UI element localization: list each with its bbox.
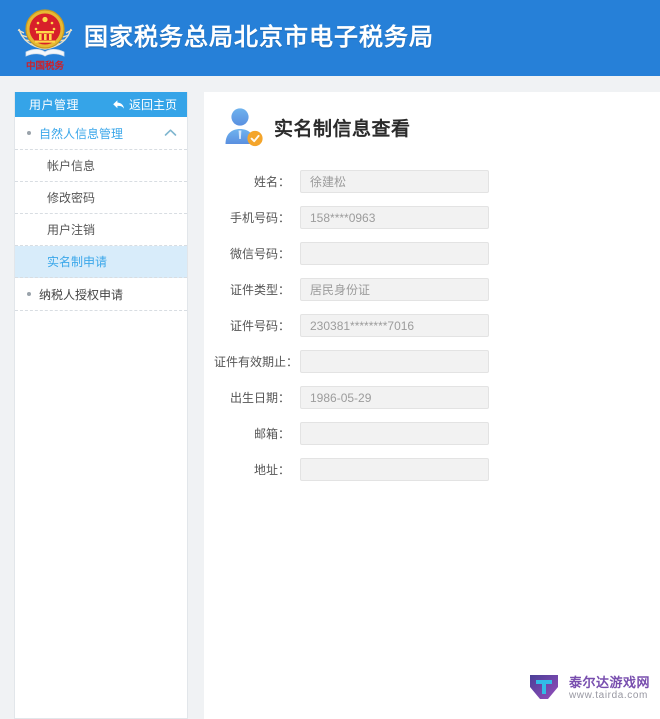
sidebar-item-label: 实名制申请 [47,255,108,269]
field-label: 地址： [253,463,290,477]
form-row-birthdate: 出生日期： 1986-05-29 [214,386,660,409]
field-label: 出生日期： [229,391,290,405]
form-row-address: 地址： [214,458,660,481]
form-row-id-expiry: 证件有效期止： [214,350,660,373]
field-label: 证件有效期止： [214,355,299,369]
page-body: 用户管理 返回主页 自然人信息管理 帐户信息 修改密码 用户注销 实名制申请 纳… [0,76,660,719]
sidebar-item-label: 用户注销 [47,223,96,237]
site-title: 国家税务总局北京市电子税务局 [84,24,434,51]
site-watermark: 泰尔达游戏网 www.tairda.com [528,672,650,705]
sidebar-group-natural-person-info[interactable]: 自然人信息管理 [15,117,187,150]
field-label: 证件类型： [229,283,290,297]
id-number-field[interactable]: 230381********7016 [300,314,489,337]
field-label: 邮箱： [253,427,290,441]
back-to-home-label: 返回主页 [128,98,177,112]
field-label: 证件号码： [229,319,290,333]
main-content: 实名制信息查看 姓名： 徐建松 手机号码： 158****0963 微信号码： … [204,92,660,719]
wechat-number-field[interactable] [300,242,489,265]
form-row-mobile: 手机号码： 158****0963 [214,206,660,229]
name-field[interactable]: 徐建松 [300,170,489,193]
sidebar-item-real-name-application[interactable]: 实名制申请 [15,246,187,278]
birth-date-field[interactable]: 1986-05-29 [300,386,489,409]
tairda-logo-icon [528,672,562,705]
id-type-field[interactable]: 居民身份证 [300,278,489,301]
field-label: 微信号码： [229,247,290,261]
watermark-text: 泰尔达游戏网 www.tairda.com [568,674,650,702]
sidebar-header: 用户管理 返回主页 [15,92,187,117]
sidebar-item-change-password[interactable]: 修改密码 [15,182,187,214]
form-row-id-type: 证件类型： 居民身份证 [214,278,660,301]
field-label: 手机号码： [229,211,290,225]
back-to-home-button[interactable]: 返回主页 [112,96,177,113]
field-label: 姓名： [253,175,290,189]
form-row-wechat: 微信号码： [214,242,660,265]
sidebar-group-taxpayer-authorization[interactable]: 纳税人授权申请 [15,278,187,311]
form-row-id-number: 证件号码： 230381********7016 [214,314,660,337]
sidebar-item-label: 帐户信息 [47,159,96,173]
sidebar-group-label: 纳税人授权申请 [39,287,124,302]
id-expiry-date-field[interactable] [300,350,489,373]
sidebar-item-account-info[interactable]: 帐户信息 [15,150,187,182]
form-row-email: 邮箱： [214,422,660,445]
sidebar-item-user-cancellation[interactable]: 用户注销 [15,214,187,246]
panel-header: 实名制信息查看 [214,106,660,148]
sidebar-group-label: 自然人信息管理 [39,126,124,141]
china-tax-emblem-icon: 中国税务 [14,3,76,73]
verified-user-icon [220,106,264,148]
mobile-number-field[interactable]: 158****0963 [300,206,489,229]
watermark-url: www.tairda.com [568,690,648,702]
address-field[interactable] [300,458,489,481]
page-title: 实名制信息查看 [274,118,411,140]
bullet-dot-icon [27,131,31,135]
site-header: 中国税务 国家税务总局北京市电子税务局 [0,0,660,76]
sidebar: 用户管理 返回主页 自然人信息管理 帐户信息 修改密码 用户注销 实名制申请 纳… [14,92,188,719]
chevron-up-icon[interactable] [164,126,177,140]
email-field[interactable] [300,422,489,445]
form-row-name: 姓名： 徐建松 [214,170,660,193]
svg-text:中国税务: 中国税务 [26,60,65,72]
bullet-dot-icon [27,292,31,296]
sidebar-item-label: 修改密码 [47,191,96,205]
back-arrow-icon [112,99,125,110]
sidebar-header-title: 用户管理 [29,98,80,112]
watermark-name: 泰尔达游戏网 [568,674,650,690]
